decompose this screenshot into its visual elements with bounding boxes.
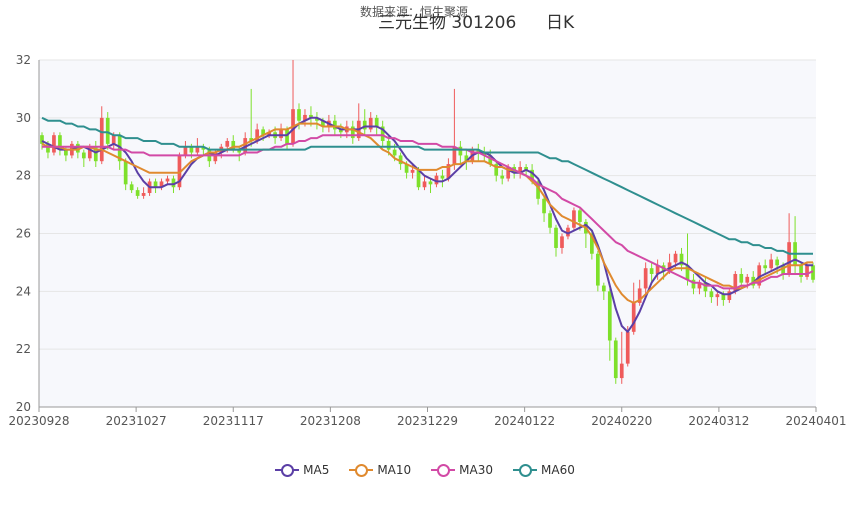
y-tick-label: 32: [16, 53, 31, 67]
candle-body: [649, 268, 654, 274]
x-tick-label: 20231208: [300, 414, 361, 428]
candle-body: [279, 129, 283, 139]
candle-body: [135, 190, 140, 196]
legend-ma60[interactable]: MA60: [513, 463, 575, 477]
y-tick-label: 30: [16, 111, 31, 125]
x-tick-label: 20231117: [203, 414, 264, 428]
candle-body: [183, 146, 188, 156]
candle-body: [775, 259, 780, 266]
x-tick-label: 20240312: [688, 414, 749, 428]
candle-body: [739, 273, 744, 283]
candle-body: [225, 140, 230, 147]
candle-body: [111, 135, 116, 144]
candle-body: [787, 242, 791, 274]
candle-body: [428, 181, 433, 185]
candle-body: [619, 363, 624, 379]
legend-ma10[interactable]: MA10: [349, 463, 411, 477]
candle-body: [715, 294, 720, 298]
x-tick-label: 20240401: [785, 414, 846, 428]
legend-ma30-marker: [431, 463, 456, 477]
candle-body: [643, 268, 648, 289]
candle-body: [601, 285, 606, 292]
candle-body: [422, 181, 427, 188]
candlestick-chart: 20 22 24 26 28 30 32 20230928 20231027 20231117 20…: [8, 53, 846, 428]
legend-ma60-marker: [513, 463, 538, 477]
candle-body: [500, 175, 505, 179]
candle-body: [542, 198, 546, 214]
candle-body: [572, 210, 576, 228]
candle-body: [141, 193, 146, 196]
candle-body: [554, 227, 558, 248]
x-tick-label: 20240122: [494, 414, 555, 428]
candle-body: [673, 253, 678, 263]
y-tick-label: 28: [16, 169, 31, 183]
candle-body: [386, 140, 391, 150]
candle-body: [285, 129, 289, 144]
candle-body: [392, 149, 397, 156]
legend-ma60-label: MA60: [541, 463, 575, 477]
legend-ma5[interactable]: MA5: [275, 463, 329, 477]
candle-body: [709, 291, 714, 298]
candle-body: [799, 265, 803, 277]
candle-body: [745, 276, 750, 283]
candle-body: [613, 340, 618, 379]
y-tick-label: 26: [16, 227, 31, 241]
candle-body: [631, 302, 636, 332]
candle-body: [99, 117, 104, 162]
candle-body: [297, 109, 301, 121]
candle-body: [123, 161, 128, 185]
legend-ma30[interactable]: MA30: [431, 463, 493, 477]
candle-body: [578, 210, 582, 222]
candle-body: [560, 236, 564, 248]
legend-ma5-marker: [275, 463, 300, 477]
candle-body: [607, 291, 612, 341]
y-tick-label: 24: [16, 284, 31, 298]
y-tick-label: 20: [16, 400, 31, 414]
candle-body: [165, 178, 170, 182]
candle-body: [769, 259, 774, 269]
candle-body: [368, 117, 373, 130]
x-tick-label: 20231229: [397, 414, 458, 428]
x-tick-label: 20231027: [106, 414, 167, 428]
candle-body: [440, 175, 445, 179]
candle-body: [410, 169, 415, 173]
candle-body: [625, 331, 630, 364]
y-tick-label: 22: [16, 342, 31, 356]
candle-body: [805, 265, 809, 277]
candle-body: [129, 184, 134, 191]
candle-body: [548, 213, 552, 228]
x-tick-label: 20240220: [591, 414, 652, 428]
candle-body: [374, 117, 379, 127]
chart-legend: MA5 MA10 MA30 MA60: [0, 463, 850, 477]
candle-body: [763, 265, 768, 269]
legend-ma10-label: MA10: [377, 463, 412, 477]
legend-ma10-marker: [349, 463, 374, 477]
candle-body: [105, 117, 110, 144]
candle-body: [52, 135, 56, 153]
legend-ma5-label: MA5: [303, 463, 330, 477]
candle-body: [350, 126, 355, 139]
candle-body: [81, 152, 86, 159]
candle-body: [595, 253, 600, 286]
legend-ma30-label: MA30: [459, 463, 494, 477]
x-tick-label: 20230928: [8, 414, 69, 428]
